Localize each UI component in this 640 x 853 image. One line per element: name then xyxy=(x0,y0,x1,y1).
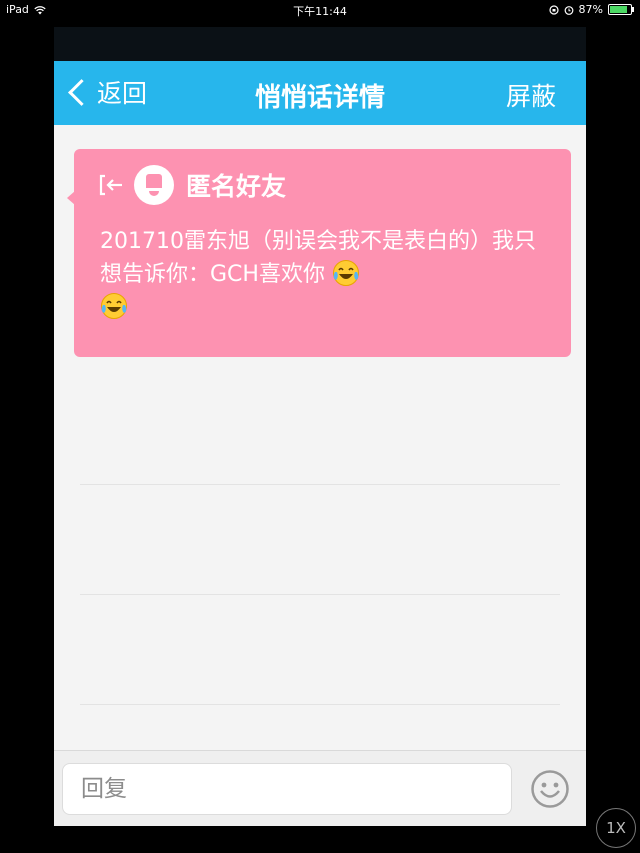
divider xyxy=(80,594,560,595)
message-body: 201710雷东旭（别误会我不是表白的）我只想告诉你：GCH喜欢你 xyxy=(100,225,545,324)
exit-arrow-icon[interactable] xyxy=(98,172,124,198)
battery-percent: 87% xyxy=(578,3,603,16)
message-header: 匿名好友 xyxy=(98,165,286,205)
tears-of-joy-emoji-icon xyxy=(332,260,359,286)
rotation-lock-icon xyxy=(548,4,559,15)
status-time: 下午11:44 xyxy=(293,5,347,18)
sender-name: 匿名好友 xyxy=(186,172,287,201)
navigation-bar: 返回 悄悄话详情 屏蔽 xyxy=(54,61,586,125)
alarm-icon xyxy=(564,5,573,15)
anonymous-avatar-icon[interactable] xyxy=(134,165,174,205)
message-card: 匿名好友 201710雷东旭（别误会我不是表白的）我只想告诉你：GCH喜欢你 xyxy=(67,149,571,357)
status-right: 87% xyxy=(548,3,634,16)
tears-of-joy-emoji-icon xyxy=(101,293,127,319)
reply-bar xyxy=(54,750,586,826)
message-text: 201710雷东旭（别误会我不是表白的）我只想告诉你：GCH喜欢你 xyxy=(100,229,536,287)
emoji-smiley-icon[interactable] xyxy=(530,769,570,809)
status-bar: iPad 下午11:44 87% xyxy=(0,0,640,20)
app-top-strip xyxy=(54,27,586,61)
divider xyxy=(80,704,560,705)
card-tail xyxy=(67,191,75,205)
battery-icon xyxy=(608,4,634,15)
battery-fill xyxy=(610,6,628,13)
zoom-button[interactable]: 1X xyxy=(596,808,636,848)
app-window: 返回 悄悄话详情 屏蔽 匿名好友 201710雷东旭（别误会我不是表白的）我只想… xyxy=(54,27,586,826)
reply-input[interactable] xyxy=(62,763,512,815)
divider xyxy=(80,484,560,485)
block-button[interactable]: 屏蔽 xyxy=(506,77,556,113)
